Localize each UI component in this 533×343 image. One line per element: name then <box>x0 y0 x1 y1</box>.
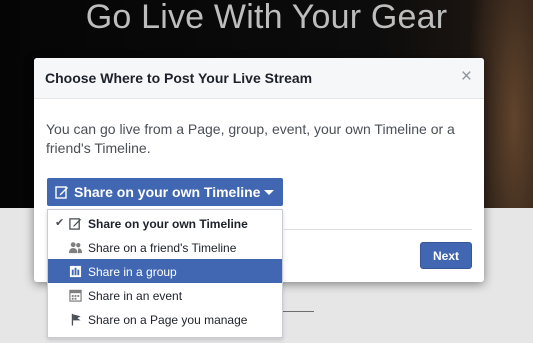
close-icon[interactable]: × <box>461 67 472 87</box>
dropdown-selected-label: Share on your own Timeline <box>74 184 261 200</box>
menu-item-label: Share on a Page you manage <box>88 313 248 327</box>
menu-item-label: Share in an event <box>88 289 183 303</box>
edit-icon <box>69 218 82 230</box>
flag-icon <box>71 313 81 326</box>
menu-item-own-timeline[interactable]: ✔ Share on your own Timeline <box>48 211 282 235</box>
menu-item-label: Share on a friend's Timeline <box>88 241 237 255</box>
dialog-description: You can go live from a Page, group, even… <box>46 121 455 156</box>
check-icon: ✔ <box>55 217 65 229</box>
menu-item-group[interactable]: Share in a group <box>48 259 282 283</box>
friends-icon <box>69 242 82 254</box>
menu-item-page[interactable]: Share on a Page you manage <box>48 307 282 331</box>
footer-divider <box>284 229 472 230</box>
group-icon <box>69 265 82 278</box>
edit-icon <box>55 186 68 199</box>
dialog-title: Choose Where to Post Your Live Stream <box>45 70 313 86</box>
menu-item-event[interactable]: Share in an event <box>48 283 282 307</box>
calendar-icon <box>69 289 82 302</box>
destination-dropdown[interactable]: Share on your own Timeline <box>47 178 283 206</box>
destination-menu: ✔ Share on your own Timeline Share on a … <box>47 209 283 338</box>
menu-item-label: Share in a group <box>88 265 177 279</box>
next-button[interactable]: Next <box>420 242 472 269</box>
menu-item-label: Share on your own Timeline <box>88 217 248 231</box>
menu-item-friends-timeline[interactable]: Share on a friend's Timeline <box>48 235 282 259</box>
hero-heading: Go Live With Your Gear <box>85 0 448 36</box>
dialog-header: Choose Where to Post Your Live Stream × <box>34 58 484 99</box>
caret-down-icon <box>264 190 274 195</box>
